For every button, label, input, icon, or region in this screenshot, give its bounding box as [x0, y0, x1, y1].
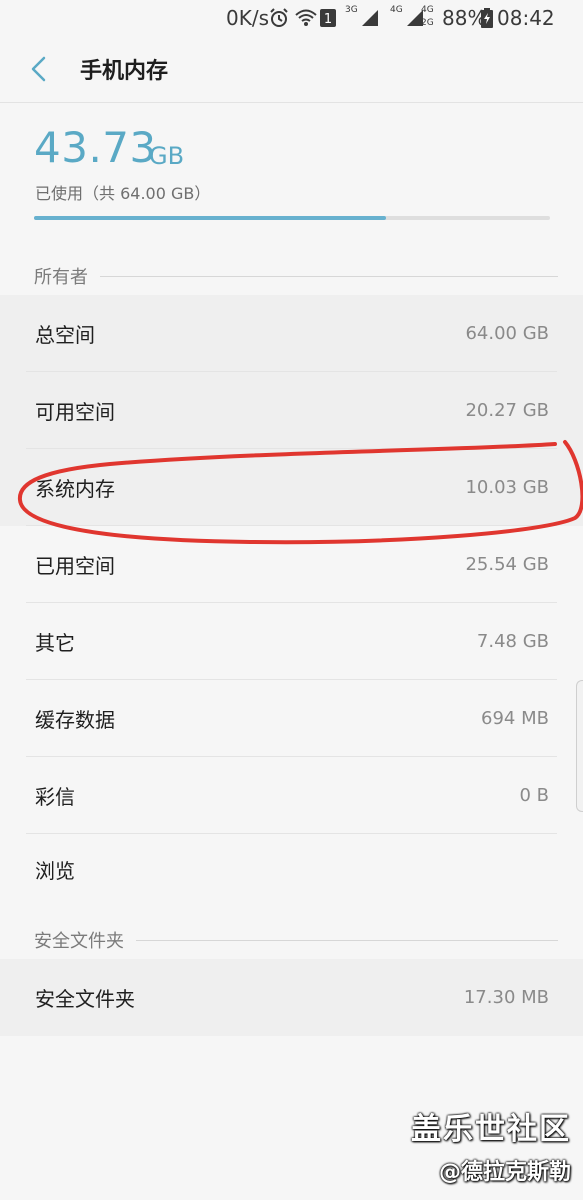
page-title: 手机内存 — [80, 59, 169, 84]
section-divider — [136, 939, 558, 941]
alarm-icon — [268, 6, 290, 30]
row-mms[interactable]: 彩信 0 B — [0, 757, 583, 834]
notification-count: 1 — [324, 12, 332, 27]
net-speed: 0K/s — [226, 6, 269, 30]
signal-4g: 4G — [390, 6, 425, 30]
row-value: 694 MB — [481, 708, 549, 729]
signal-4g-2g: 4G 2G — [421, 6, 434, 30]
row-total-space[interactable]: 总空间 64.00 GB — [0, 295, 583, 372]
used-storage-label: 已使用（共 64.00 GB） — [35, 184, 211, 203]
row-value: 20.27 GB — [465, 400, 549, 421]
row-label: 总空间 — [35, 323, 95, 347]
status-bar: 0K/s 1 3G 4G 4G 2G 88% 08:42 — [0, 0, 583, 36]
row-cache-data[interactable]: 缓存数据 694 MB — [0, 680, 583, 757]
row-value: 10.03 GB — [465, 477, 549, 498]
watermark-sub: @德拉克斯勒 — [438, 1160, 571, 1185]
row-value: 64.00 GB — [465, 323, 549, 344]
row-value: 17.30 MB — [463, 987, 549, 1008]
watermark: 盖乐世社区 @德拉克斯勒 — [411, 1104, 571, 1186]
row-value: 0 B — [519, 785, 549, 806]
network-2g-bottom: 2G — [421, 18, 434, 28]
row-label: 已用空间 — [35, 554, 115, 578]
scroll-indicator[interactable] — [576, 680, 583, 812]
row-other[interactable]: 其它 7.48 GB — [0, 603, 583, 680]
row-label: 系统内存 — [35, 477, 115, 501]
wifi-icon — [294, 6, 318, 30]
row-label: 彩信 — [35, 785, 75, 809]
row-value: 7.48 GB — [476, 631, 549, 652]
row-label: 安全文件夹 — [35, 987, 135, 1011]
notification-badge: 1 — [320, 6, 336, 30]
row-secure-folder[interactable]: 安全文件夹 17.30 MB — [0, 959, 583, 1036]
watermark-main: 盖乐世社区 — [411, 1112, 571, 1147]
network-3g-label: 3G — [345, 5, 358, 15]
chevron-left-icon[interactable] — [29, 56, 49, 82]
clock-time: 08:42 — [497, 6, 555, 30]
section-title-secure-folder: 安全文件夹 — [34, 931, 124, 952]
storage-progress-bar — [34, 216, 550, 220]
network-4g-label: 4G — [390, 5, 403, 15]
storage-progress-fill — [34, 216, 387, 220]
row-used-space[interactable]: 已用空间 25.54 GB — [0, 526, 583, 603]
row-available-space[interactable]: 可用空间 20.27 GB — [0, 372, 583, 449]
section-title-owner: 所有者 — [34, 267, 88, 288]
row-label: 浏览 — [35, 859, 75, 883]
used-storage-unit: GB — [149, 142, 185, 170]
row-label: 缓存数据 — [35, 708, 115, 732]
section-divider — [100, 275, 558, 277]
battery-percent: 88% — [442, 6, 487, 30]
row-browse[interactable]: 浏览 — [0, 834, 583, 905]
used-storage-value: 43.73 — [34, 123, 157, 172]
secure-folder-list: 安全文件夹 17.30 MB — [0, 959, 583, 1036]
row-label: 其它 — [35, 631, 75, 655]
section-header-owner: 所有者 — [34, 263, 558, 289]
battery-charging-icon — [481, 6, 493, 30]
app-header: 手机内存 — [0, 36, 583, 103]
row-value: 25.54 GB — [465, 554, 549, 575]
signal-icon — [361, 10, 378, 26]
row-label: 可用空间 — [35, 400, 115, 424]
network-4g-top: 4G — [421, 5, 434, 15]
section-header-secure-folder: 安全文件夹 — [34, 927, 558, 953]
row-system-memory[interactable]: 系统内存 10.03 GB — [0, 449, 583, 526]
signal-3g: 3G — [345, 6, 380, 30]
owner-storage-list: 总空间 64.00 GB 可用空间 20.27 GB 系统内存 10.03 GB… — [0, 295, 583, 905]
